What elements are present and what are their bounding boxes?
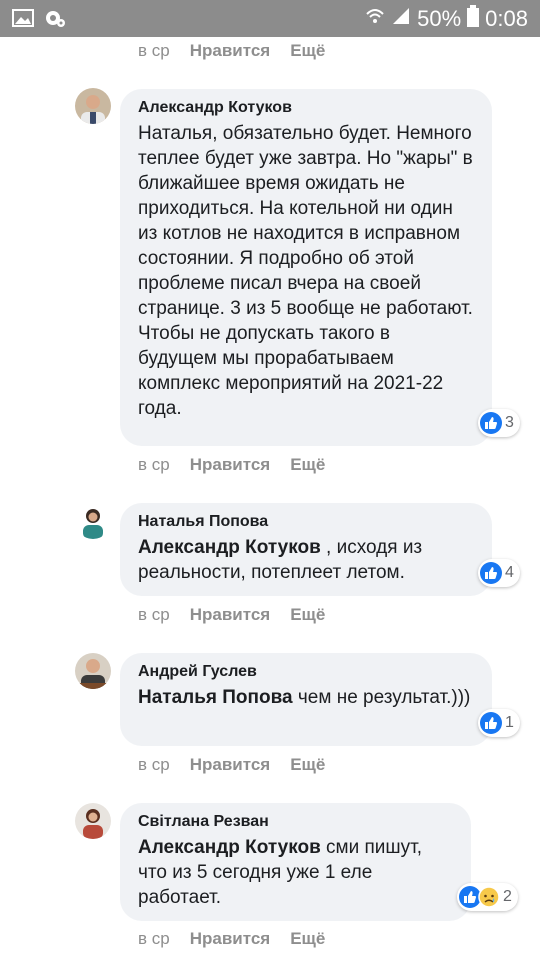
reaction-count: 1 (505, 714, 514, 731)
mention-link[interactable]: Александр Котуков (138, 837, 321, 858)
comment-author[interactable]: Наталья Попова (138, 513, 474, 531)
comment-body: чем не результат.))) (292, 687, 471, 708)
reaction-summary[interactable]: 1 (478, 709, 520, 737)
comment-actions: в ср Нравится Ещё (138, 605, 325, 625)
comment-time[interactable]: в ср (138, 605, 170, 625)
battery-percent: 50% (417, 5, 462, 31)
like-reaction-icon (480, 712, 502, 734)
like-reaction-icon (480, 562, 502, 584)
comment-text: Наталья, обязательно будет. Немного тепл… (138, 123, 473, 419)
comment-author[interactable]: Андрей Гуслев (138, 663, 474, 681)
comment-text: Александр Котуков сми пишут, что из 5 се… (138, 835, 453, 910)
reaction-count: 4 (505, 564, 514, 581)
like-link[interactable]: Нравится (190, 41, 271, 61)
comment-bubble[interactable]: Наталья Попова Александр Котуков , исход… (120, 503, 492, 596)
signal-icon (391, 6, 411, 31)
status-bar: 50% 0:08 (0, 0, 540, 37)
more-link[interactable]: Ещё (290, 41, 325, 61)
mention-link[interactable]: Александр Котуков (138, 537, 321, 558)
more-link[interactable]: Ещё (290, 929, 325, 949)
wifi-icon (365, 6, 385, 31)
comment-bubble[interactable]: Александр Котуков Наталья, обязательно б… (120, 89, 492, 446)
comment-author[interactable]: Александр Котуков (138, 99, 474, 117)
like-link[interactable]: Нравится (190, 755, 271, 775)
comment-time[interactable]: в ср (138, 755, 170, 775)
more-link[interactable]: Ещё (290, 755, 325, 775)
settings-icon (44, 9, 66, 34)
avatar[interactable] (75, 503, 111, 539)
like-link[interactable]: Нравится (190, 929, 271, 949)
comment-actions: в ср Нравится Ещё (138, 755, 325, 775)
reaction-summary[interactable]: 4 (478, 559, 520, 587)
comment-author[interactable]: Світлана Резван (138, 813, 453, 831)
more-link[interactable]: Ещё (290, 605, 325, 625)
avatar[interactable] (75, 653, 111, 689)
comment-actions: в ср Нравится Ещё (138, 929, 325, 949)
sad-reaction-icon (478, 886, 500, 908)
like-reaction-icon (480, 412, 502, 434)
comment-bubble[interactable]: Андрей Гуслев Наталья Попова чем не резу… (120, 653, 492, 746)
comment-time[interactable]: в ср (138, 929, 170, 949)
avatar[interactable] (75, 803, 111, 839)
more-link[interactable]: Ещё (290, 455, 325, 475)
comment-time[interactable]: в ср (138, 455, 170, 475)
reaction-summary[interactable]: 2 (457, 883, 518, 911)
mention-link[interactable]: Наталья Попова (138, 687, 293, 708)
reaction-count: 2 (503, 888, 512, 905)
avatar[interactable] (75, 88, 111, 124)
comment-actions: в ср Нравится Ещё (138, 41, 325, 61)
reaction-summary[interactable]: 3 (478, 409, 520, 437)
comment-actions: в ср Нравится Ещё (138, 455, 325, 475)
comment-time[interactable]: в ср (138, 41, 170, 61)
clock: 0:08 (485, 5, 528, 31)
reaction-count: 3 (505, 414, 514, 431)
battery-icon (467, 5, 480, 32)
image-icon (12, 9, 34, 34)
comment-bubble[interactable]: Світлана Резван Александр Котуков сми пи… (120, 803, 471, 921)
like-link[interactable]: Нравится (190, 455, 271, 475)
comment-text: Александр Котуков , исходя из реальности… (138, 535, 474, 585)
like-link[interactable]: Нравится (190, 605, 271, 625)
comment-text: Наталья Попова чем не результат.))) (138, 685, 474, 710)
